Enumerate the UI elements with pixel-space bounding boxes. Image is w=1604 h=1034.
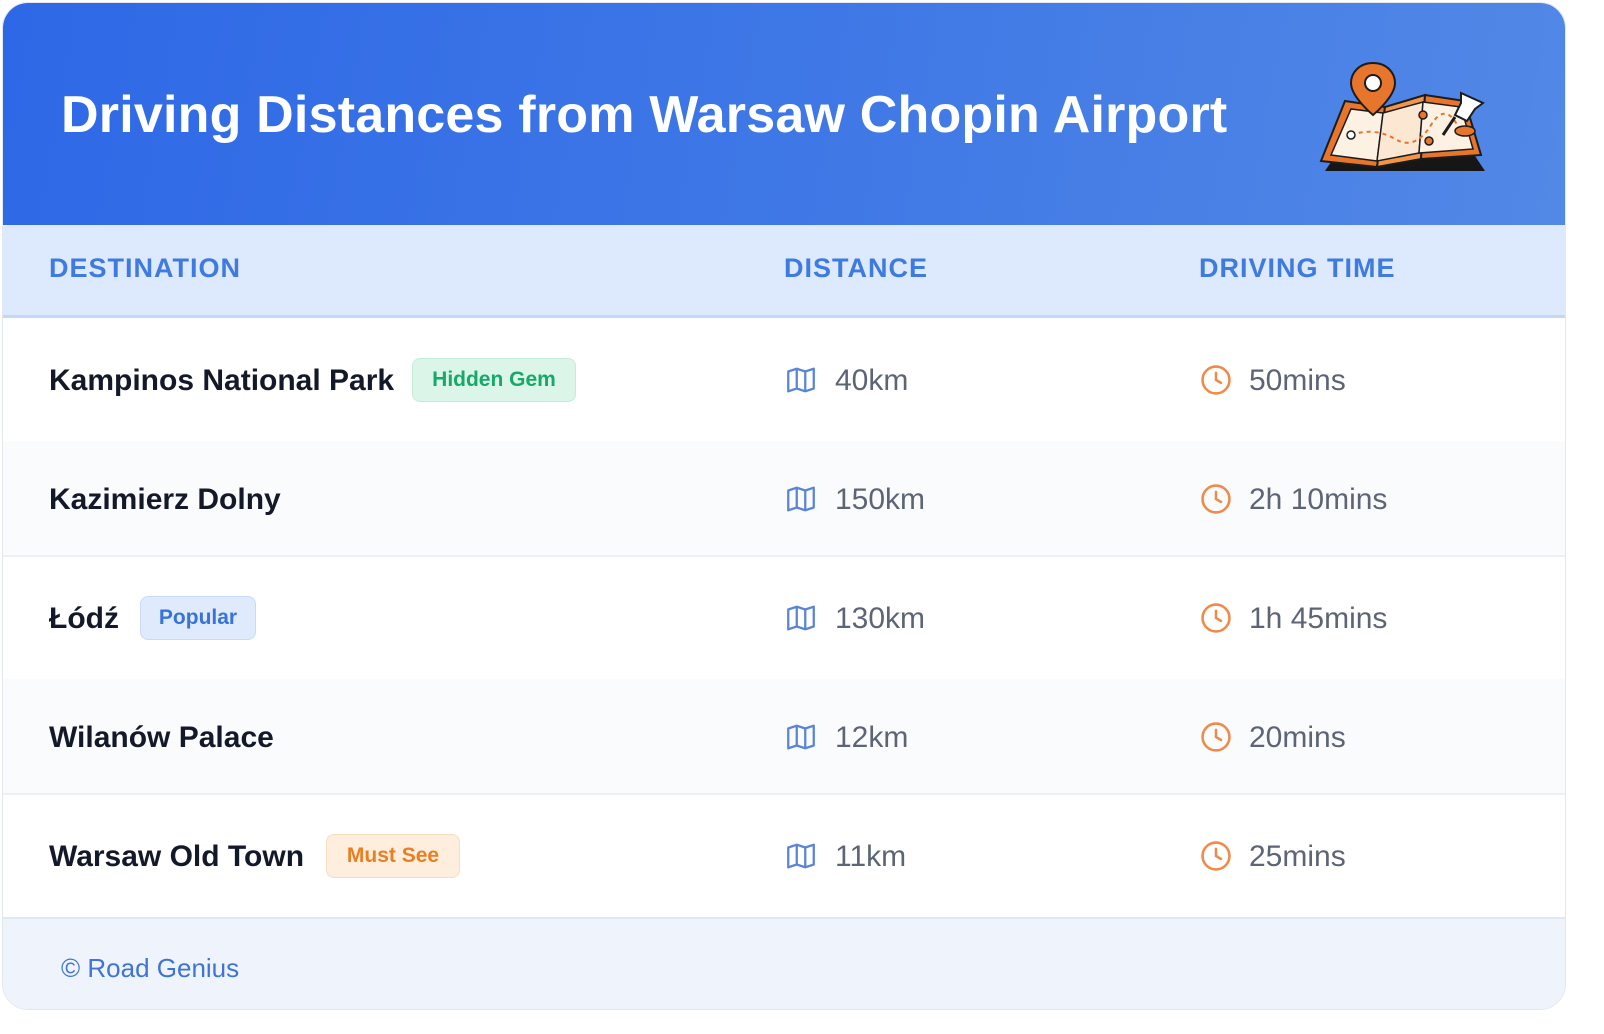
distance-table-card: Driving Distances from Warsaw Chopin Air… — [2, 2, 1566, 1010]
distance-value: 130km — [835, 602, 926, 635]
destination-name: Kampinos National Park — [49, 364, 395, 397]
table-row: Warsaw Old Town Must See 11km 25mins — [3, 793, 1565, 917]
map-with-pin-icon — [1319, 61, 1485, 171]
page-title: Driving Distances from Warsaw Chopin Air… — [61, 86, 1228, 144]
badge-hidden-gem: Hidden Gem — [412, 358, 576, 402]
column-header-driving-time: DRIVING TIME — [1199, 253, 1396, 283]
map-icon — [787, 724, 815, 750]
driving-time-value: 1h 45mins — [1249, 602, 1388, 635]
clock-icon — [1201, 841, 1231, 871]
clock-icon — [1201, 484, 1231, 514]
distance-value: 40km — [835, 364, 909, 397]
driving-time-value: 50mins — [1249, 364, 1346, 397]
column-header-distance: DISTANCE — [784, 253, 929, 283]
distance-value: 11km — [835, 840, 907, 873]
header-banner: Driving Distances from Warsaw Chopin Air… — [3, 3, 1565, 225]
table-row: Kazimierz Dolny 150km 2h 10mins — [3, 441, 1565, 557]
distance-value: 12km — [835, 721, 909, 754]
footer: © Road Genius — [3, 917, 1565, 1009]
map-icon — [787, 486, 815, 512]
column-header-destination: DESTINATION — [49, 253, 241, 283]
destination-name: Łódź — [49, 602, 119, 635]
driving-time-value: 25mins — [1249, 840, 1346, 873]
clock-icon — [1201, 603, 1231, 633]
table-row: Kampinos National Park Hidden Gem 40km 5… — [3, 318, 1565, 443]
badge-popular: Popular — [140, 596, 256, 640]
destination-name: Wilanów Palace — [49, 721, 274, 754]
driving-time-value: 20mins — [1249, 721, 1346, 754]
map-icon — [787, 843, 815, 869]
distance-value: 150km — [835, 483, 926, 516]
clock-icon — [1201, 365, 1231, 395]
table-row: Łódź Popular 130km 1h 45mins — [3, 555, 1565, 681]
destination-name: Warsaw Old Town — [49, 840, 305, 873]
driving-time-value: 2h 10mins — [1249, 483, 1388, 516]
badge-must-see: Must See — [326, 834, 460, 878]
table-row: Wilanów Palace 12km 20mins — [3, 679, 1565, 795]
footer-credit-link[interactable]: © Road Genius — [61, 953, 239, 984]
map-icon — [787, 605, 815, 631]
map-icon — [787, 367, 815, 393]
clock-icon — [1201, 722, 1231, 752]
destination-name: Kazimierz Dolny — [49, 483, 281, 516]
table-header-row: DESTINATION DISTANCE DRIVING TIME — [3, 225, 1565, 318]
